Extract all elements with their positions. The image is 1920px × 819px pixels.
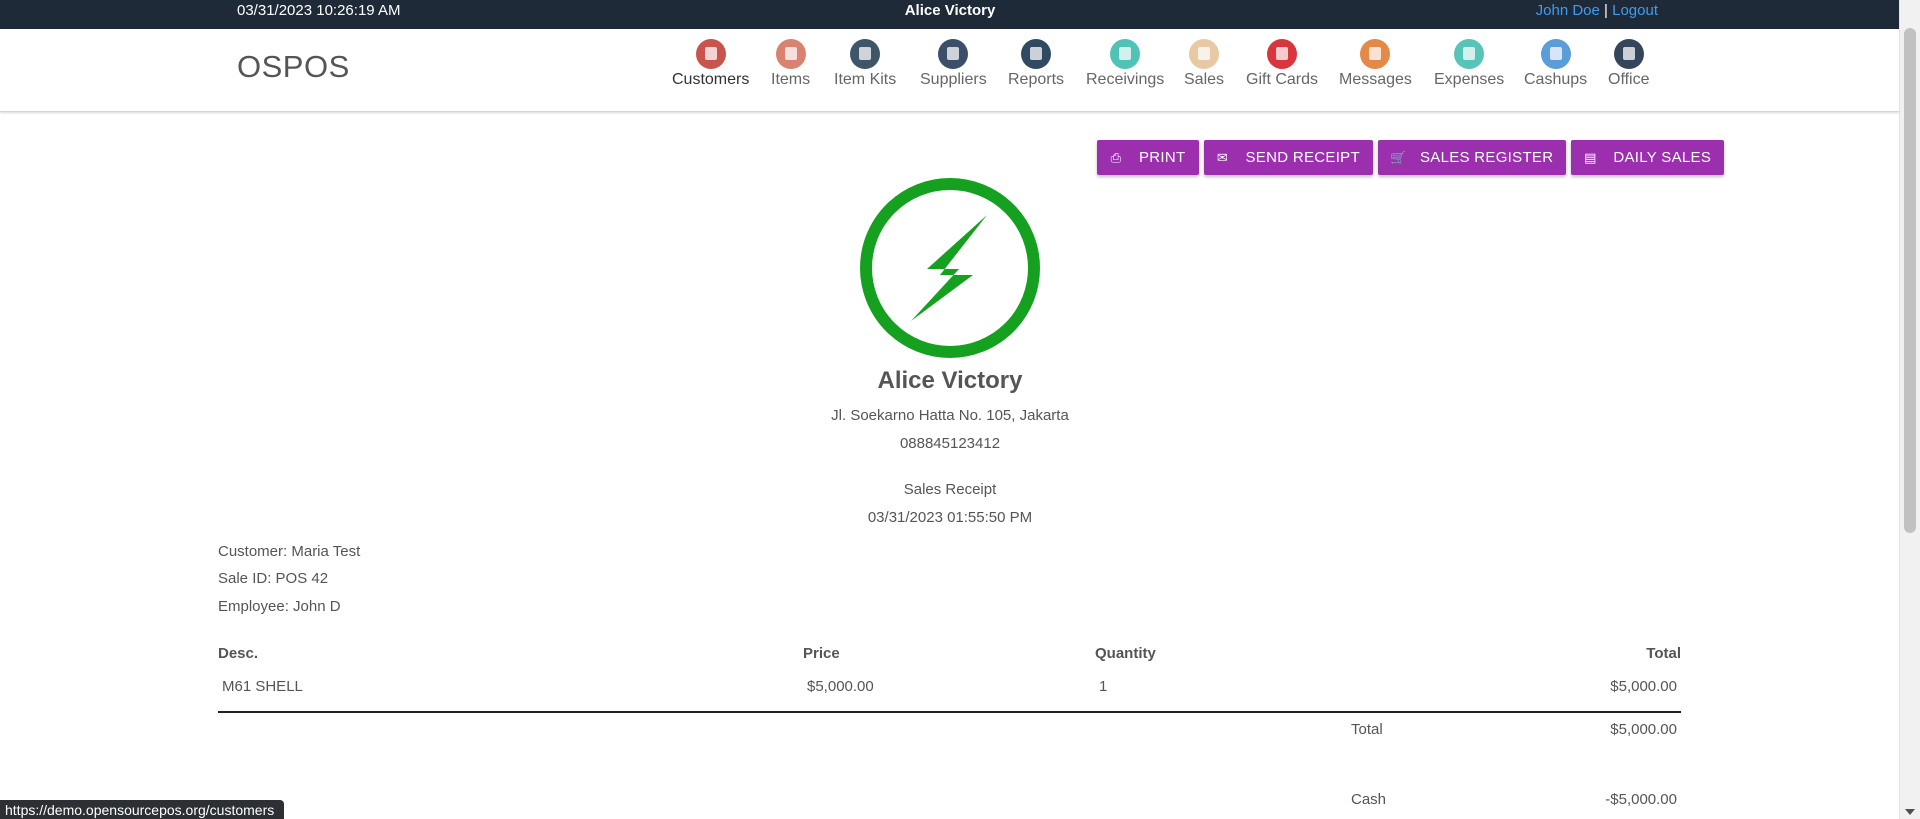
scroll-down-icon[interactable]: [1905, 809, 1915, 815]
table-divider: [218, 711, 1681, 713]
nav-items[interactable]: Items: [771, 39, 810, 89]
customer-info: Customer: Maria Test: [218, 543, 361, 560]
payment-value: -$5,000.00: [1605, 791, 1677, 808]
item-total: $5,000.00: [1610, 678, 1677, 695]
nav-label: Sales: [1184, 71, 1225, 88]
receipt-title: Sales Receipt: [903, 481, 997, 498]
nav-label: Cashups: [1524, 71, 1588, 88]
item-quantity: 1: [1099, 678, 1108, 695]
employee-info: Employee: John D: [218, 598, 341, 615]
nav-reports[interactable]: Reports: [1008, 39, 1064, 89]
link-status-bar: https://demo.opensourcepos.org/customers: [0, 800, 285, 819]
nav-gift-cards[interactable]: Gift Cards: [1246, 39, 1318, 89]
daily-sales-label: DAILY SALES: [1613, 149, 1712, 166]
logout-link[interactable]: Logout: [1612, 2, 1658, 19]
table-row: M61 SHELL $5,000.00 1 $5,000.00: [218, 670, 1681, 695]
sales-register-label: SALES REGISTER: [1419, 149, 1554, 166]
user-area: John Doe | Logout: [1536, 2, 1658, 19]
lightning-bolt-icon: [911, 215, 987, 321]
table-header-row: Desc. Price Quantity Total: [218, 645, 1681, 670]
print-icon: ⎙: [1110, 149, 1122, 165]
receipt-items-table: Desc. Price Quantity Total M61 SHELL $5,…: [218, 645, 1681, 695]
nav-label: Reports: [1008, 71, 1065, 88]
messages-icon: [1360, 39, 1391, 69]
send-receipt-button[interactable]: ✉ SEND RECEIPT: [1203, 140, 1373, 175]
nav-expenses[interactable]: Expenses: [1434, 39, 1504, 89]
nav-item-kits[interactable]: Item Kits: [834, 39, 896, 89]
col-desc: Desc.: [218, 645, 259, 662]
scrollbar-thumb[interactable]: [1904, 28, 1916, 533]
cashups-icon: [1540, 39, 1571, 69]
col-quantity: Quantity: [1095, 645, 1156, 662]
nav-label: Items: [771, 71, 811, 88]
nav-suppliers[interactable]: Suppliers: [920, 39, 987, 89]
nav-label: Expenses: [1434, 71, 1505, 88]
item-kits-icon: [850, 39, 881, 69]
nav-label: Office: [1608, 71, 1650, 88]
payment-label: Cash: [1351, 791, 1387, 808]
col-price: Price: [803, 645, 840, 662]
total-value: $5,000.00: [1610, 721, 1677, 738]
company-address: Jl. Soekarno Hatta No. 105, Jakarta: [831, 407, 1069, 424]
separator: |: [1604, 2, 1608, 19]
cart-icon: 🛒: [1389, 149, 1407, 165]
nav-receivings[interactable]: Receivings: [1086, 39, 1164, 89]
nav-label: Gift Cards: [1246, 71, 1319, 88]
envelope-icon: ✉: [1216, 149, 1229, 165]
expenses-icon: [1454, 39, 1485, 69]
company-phone: 088845123412: [899, 435, 1001, 452]
main-navbar: OSPOS Customers Items Item Kits Supplier…: [0, 29, 1900, 112]
sale-id-info: Sale ID: POS 42: [218, 570, 329, 587]
col-total: Total: [1646, 645, 1681, 662]
nav-customers[interactable]: Customers: [672, 39, 749, 89]
list-icon: ▤: [1584, 149, 1597, 165]
sales-icon: [1189, 39, 1220, 69]
logo-ring: [860, 178, 1040, 358]
total-label: Total: [1351, 721, 1383, 738]
company-name: Alice Victory: [877, 367, 1023, 394]
office-icon: [1613, 39, 1644, 69]
receivings-icon: [1110, 39, 1141, 69]
gift-cards-icon: [1267, 39, 1297, 69]
company-logo: [860, 178, 1040, 358]
user-link[interactable]: John Doe: [1536, 2, 1600, 19]
item-price: $5,000.00: [807, 678, 874, 695]
customers-icon: [695, 39, 726, 69]
nav-label: Item Kits: [834, 71, 897, 88]
nav-cashups[interactable]: Cashups: [1524, 39, 1587, 89]
print-label: PRINT: [1139, 149, 1186, 166]
nav-label: Suppliers: [920, 71, 987, 88]
daily-sales-button[interactable]: ▤ DAILY SALES: [1571, 140, 1725, 175]
receipt-date: 03/31/2023 01:55:50 PM: [867, 509, 1033, 526]
sales-register-button[interactable]: 🛒 SALES REGISTER: [1377, 140, 1567, 175]
reports-icon: [1021, 39, 1052, 69]
item-desc: M61 SHELL: [222, 678, 303, 695]
nav-label: Messages: [1339, 71, 1412, 88]
send-receipt-label: SEND RECEIPT: [1245, 149, 1360, 166]
vertical-scrollbar[interactable]: [1899, 0, 1920, 819]
print-button[interactable]: ⎙ PRINT: [1097, 140, 1199, 175]
nav-office[interactable]: Office: [1608, 39, 1650, 89]
receipt-actions: ⎙ PRINT ✉ SEND RECEIPT 🛒 SALES REGISTER …: [1097, 140, 1725, 175]
suppliers-icon: [938, 39, 969, 69]
nav-label: Receivings: [1086, 71, 1165, 88]
brand-logo[interactable]: OSPOS: [237, 49, 350, 85]
nav-label: Customers: [672, 71, 750, 88]
nav-sales[interactable]: Sales: [1184, 39, 1224, 89]
nav-messages[interactable]: Messages: [1339, 39, 1412, 89]
items-icon: [775, 39, 806, 69]
top-bar: 03/31/2023 10:26:19 AM Alice Victory Joh…: [0, 0, 1900, 29]
